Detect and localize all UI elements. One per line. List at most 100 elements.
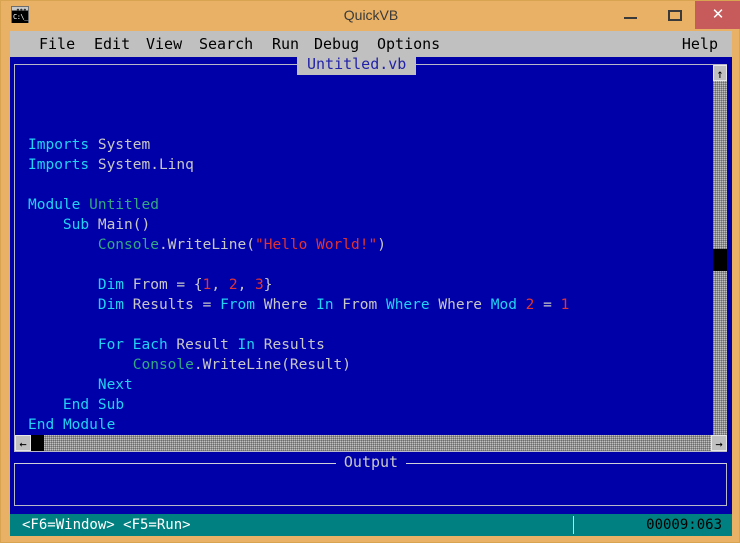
status-bar-divider [573, 516, 574, 534]
code-token: Module [28, 197, 81, 213]
minimize-button[interactable] [609, 1, 653, 29]
close-icon: ✕ [711, 6, 725, 23]
code-line-13: Next [28, 375, 718, 395]
code-token: Where [255, 297, 317, 313]
code-token: .WriteLine( [158, 237, 255, 253]
code-line-15: End Module [28, 415, 718, 435]
code-token: Mod [490, 297, 517, 313]
code-token: In [237, 337, 256, 353]
code-token: Results [255, 337, 325, 353]
menu-item-edit[interactable]: Edit [94, 31, 130, 57]
document-tab-untitled-vb[interactable]: Untitled.vb [297, 53, 417, 75]
code-token: } [263, 277, 273, 293]
code-token: "Hello World!" [254, 237, 378, 253]
menu-item-search[interactable]: Search [199, 31, 253, 57]
code-token: Dim [97, 297, 125, 313]
code-token: For [97, 337, 125, 353]
code-token: Module [62, 417, 116, 433]
output-pane-title-text: Output [335, 453, 407, 471]
code-line-14: End Sub [28, 395, 718, 415]
code-token: In [316, 297, 334, 313]
editor-horizontal-scrollbar[interactable]: ← → [15, 435, 727, 451]
menu-item-help[interactable]: Help [682, 31, 718, 57]
status-bar-cursor-position: 00009:063 [646, 517, 722, 533]
code-token: Where [429, 297, 491, 313]
minimize-icon [624, 17, 637, 19]
code-token: ) [377, 237, 386, 253]
output-pane-title: Output [10, 453, 732, 471]
menu-item-run[interactable]: Run [272, 31, 299, 57]
code-line-9: Dim Results = From Where In From Where W… [28, 295, 718, 315]
code-token: 1 [560, 297, 570, 313]
scroll-left-arrow-icon[interactable]: ← [15, 435, 31, 451]
editor-vertical-scrollbar[interactable]: ↑ ↓ [713, 65, 727, 451]
code-token: From [333, 297, 386, 313]
editor-panel: Imports System Imports System.Linq Module… [10, 57, 732, 514]
menu-item-view[interactable]: View [146, 31, 182, 57]
menu-item-file[interactable]: File [39, 31, 75, 57]
code-token: Sub [97, 397, 125, 413]
code-token: 2 [228, 277, 238, 293]
code-token: Where [385, 297, 430, 313]
close-button[interactable]: ✕ [695, 1, 740, 29]
code-token: End [28, 417, 55, 433]
code-token: Each [132, 337, 168, 353]
code-token: System [89, 137, 151, 153]
code-line-5: Sub Main() [28, 215, 718, 235]
scroll-right-arrow-icon[interactable]: → [711, 435, 727, 451]
code-token: Untitled [89, 197, 159, 213]
code-line-4: Module Untitled [28, 195, 718, 215]
code-token: Imports [28, 137, 90, 153]
code-token: From = { [124, 277, 203, 293]
code-line-11: For Each Result In Results [28, 335, 718, 355]
code-token: From [220, 297, 255, 313]
code-token: Sub [62, 217, 90, 233]
quickvb-window: ●●● C:\_ QuickVB ✕ File Edit View Search… [0, 0, 740, 543]
code-line-8: Dim From = {1, 2, 3} [28, 275, 718, 295]
maximize-icon [668, 10, 682, 21]
code-token: Console [97, 237, 159, 253]
code-token: Console [132, 357, 194, 373]
code-token: Result [167, 337, 238, 353]
code-token: Next [97, 377, 133, 393]
code-token: Main() [97, 217, 151, 233]
code-token: End [62, 397, 90, 413]
scroll-up-arrow-icon[interactable]: ↑ [713, 65, 727, 81]
code-token: , [211, 277, 229, 293]
code-line-2: Imports System.Linq [28, 155, 718, 175]
code-token: 3 [255, 277, 264, 293]
horizontal-scroll-track[interactable] [31, 435, 711, 451]
code-token: Dim [97, 277, 125, 293]
vertical-scroll-thumb[interactable] [713, 249, 727, 271]
code-line-1: Imports System [28, 135, 718, 155]
code-token: Results = [124, 297, 221, 313]
code-token: System.Linq [89, 157, 194, 173]
maximize-button[interactable] [653, 1, 697, 29]
status-bar: <F6=Window> <F5=Run> 00009:063 [10, 514, 732, 536]
status-bar-shortcut-hints[interactable]: <F6=Window> <F5=Run> [22, 514, 191, 536]
horizontal-scroll-thumb[interactable] [31, 435, 44, 451]
code-line-12: Console.WriteLine(Result) [28, 355, 718, 375]
code-editor[interactable]: Imports System Imports System.Linq Module… [28, 135, 718, 435]
code-token: = [534, 297, 561, 313]
code-token: .WriteLine(Result) [193, 357, 352, 373]
code-token: , [237, 277, 256, 293]
code-token: Imports [28, 157, 90, 173]
